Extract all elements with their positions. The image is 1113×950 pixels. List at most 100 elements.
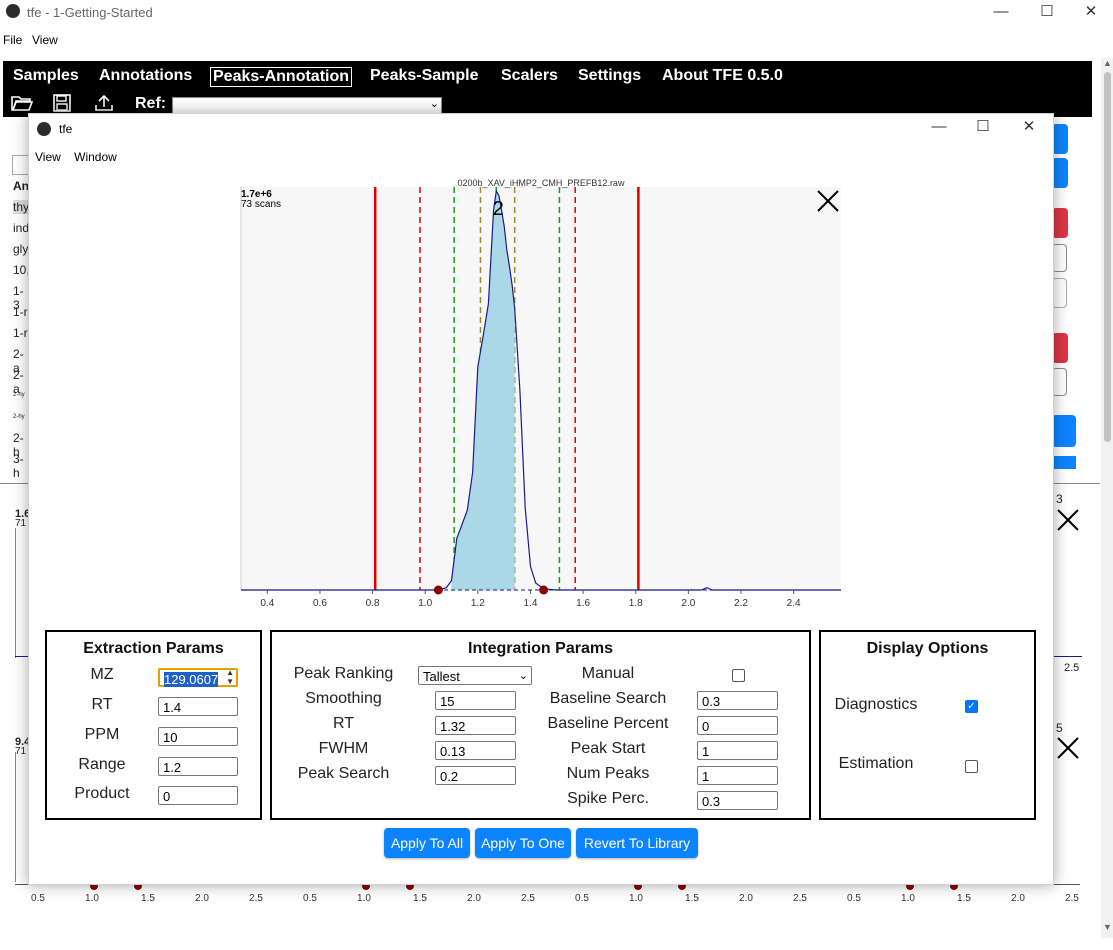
- bg-button[interactable]: [1052, 158, 1068, 188]
- list-item[interactable]: ind: [13, 221, 29, 235]
- ppm-input[interactable]: 10: [158, 727, 238, 746]
- manual-label: Manual: [581, 665, 635, 682]
- baseline-percent-input[interactable]: 0: [697, 716, 778, 735]
- manual-checkbox[interactable]: [732, 669, 745, 682]
- nav-settings[interactable]: Settings: [578, 67, 641, 85]
- bg-button[interactable]: [1052, 415, 1076, 447]
- fwhm-label: FWHM: [318, 740, 369, 757]
- nav-peaks-sample[interactable]: Peaks-Sample: [370, 67, 479, 85]
- peak-search-input[interactable]: 0.2: [435, 766, 516, 785]
- bg-trace: [1052, 656, 1082, 657]
- bg-tick-label: 1.5: [413, 893, 427, 904]
- nav-samples[interactable]: Samples: [13, 67, 79, 85]
- bg-plot-scans: 71: [15, 518, 27, 529]
- diagnostics-checkbox[interactable]: ✓: [965, 700, 978, 713]
- ppm-label: PPM: [84, 726, 120, 743]
- rt-input[interactable]: 1.4: [158, 697, 238, 716]
- chevron-down-icon: ⌄: [518, 670, 528, 682]
- window-titlebar: tfe - 1-Getting-Started — ☐ ✕: [0, 0, 1113, 26]
- list-item[interactable]: 1-r: [13, 305, 28, 319]
- fwhm-input[interactable]: 0.13: [435, 741, 516, 760]
- smoothing-input[interactable]: 15: [435, 691, 516, 710]
- spike-perc-label: Spike Perc.: [567, 790, 649, 807]
- rt-label: RT: [332, 715, 355, 732]
- bg-input[interactable]: [1052, 278, 1067, 308]
- scroll-up-icon[interactable]: ▲: [1103, 58, 1112, 68]
- list-item[interactable]: 2-hy: [13, 414, 25, 420]
- range-input[interactable]: 1.2: [158, 757, 238, 776]
- nav-about[interactable]: About TFE 0.5.0: [662, 67, 783, 85]
- apply-to-one-button[interactable]: Apply To One: [475, 828, 571, 858]
- bg-select[interactable]: [1052, 368, 1067, 396]
- nav-scalers[interactable]: Scalers: [501, 67, 558, 85]
- nav-peaks-annotation[interactable]: Peaks-Annotation: [210, 67, 353, 87]
- background-search-input[interactable]: [12, 155, 29, 175]
- modal-titlebar: tfe — ☐ ✕: [29, 114, 1053, 144]
- bg-button[interactable]: [1052, 333, 1068, 363]
- list-item[interactable]: 3-h: [13, 452, 28, 480]
- bg-button[interactable]: [1052, 208, 1068, 238]
- revert-to-library-button[interactable]: Revert To Library: [576, 828, 698, 858]
- spike-perc-input[interactable]: 0.3: [697, 791, 778, 810]
- estimation-label: Estimation: [838, 755, 914, 772]
- x-tick-label: 1.2: [471, 598, 485, 609]
- scroll-down-icon[interactable]: ▼: [1103, 922, 1112, 932]
- maximize-button[interactable]: ☐: [1024, 0, 1070, 26]
- peak-ranking-select[interactable]: Tallest ⌄: [418, 666, 532, 685]
- nav-annotations[interactable]: Annotations: [99, 67, 192, 85]
- modal-menu-window[interactable]: Window: [74, 150, 117, 164]
- menu-view[interactable]: View: [32, 33, 58, 47]
- close-icon[interactable]: [1055, 507, 1081, 536]
- modal-menu-bar: View Window: [35, 150, 117, 164]
- x-tick-label: 2.4: [787, 598, 801, 609]
- bg-tick-label: 2.0: [1011, 893, 1025, 904]
- bg-tick-label: 1.0: [629, 893, 643, 904]
- modal-minimize-button[interactable]: —: [916, 115, 962, 141]
- diagnostics-label: Diagnostics: [834, 696, 918, 713]
- minimize-button[interactable]: —: [978, 0, 1024, 26]
- display-options-panel: Display Options Diagnostics ✓ Estimation: [819, 630, 1036, 820]
- bg-tick-label: 2.0: [467, 893, 481, 904]
- list-item[interactable]: 1-r: [13, 326, 28, 340]
- bg-select[interactable]: [1052, 244, 1067, 272]
- modal-menu-view[interactable]: View: [35, 150, 61, 164]
- product-input[interactable]: 0: [158, 786, 238, 805]
- scans-label: 73 scans: [241, 199, 281, 210]
- menu-file[interactable]: File: [3, 33, 22, 47]
- main-scrollbar-thumb[interactable]: [1104, 72, 1111, 442]
- stepper-icon[interactable]: ▲ ▼: [226, 668, 234, 686]
- modal-maximize-button[interactable]: ☐: [960, 115, 1006, 141]
- bg-axis-tick: 2.5: [1064, 662, 1080, 674]
- baseline-search-label: Baseline Search: [549, 690, 667, 707]
- bg-tick-label: 1.5: [141, 893, 155, 904]
- bg-tick-label: 1.0: [357, 893, 371, 904]
- modal-close-button[interactable]: ✕: [1006, 115, 1052, 141]
- list-item[interactable]: 2-hy: [13, 392, 25, 398]
- bg-tick-label: 0.5: [575, 893, 589, 904]
- estimation-checkbox[interactable]: [965, 760, 978, 773]
- bg-trace: [15, 656, 29, 657]
- main-nav: Samples Annotations Peaks-Annotation Pea…: [3, 61, 1092, 117]
- x-tick-label: 0.8: [366, 598, 380, 609]
- mz-input[interactable]: 129.0607 ▲ ▼: [158, 668, 238, 687]
- peak-endpoint-marker[interactable]: [539, 585, 549, 595]
- peak-start-input[interactable]: 1: [697, 741, 778, 760]
- bg-tick-label: 0.5: [847, 893, 861, 904]
- modal-title: tfe: [59, 122, 73, 136]
- list-item[interactable]: thy: [13, 200, 29, 214]
- bg-button[interactable]: [1052, 124, 1068, 154]
- list-item[interactable]: gly: [13, 242, 28, 256]
- bg-axis: [15, 752, 16, 882]
- num-peaks-input[interactable]: 1: [697, 766, 778, 785]
- x-tick-label: 1.0: [418, 598, 432, 609]
- peak-endpoint-marker[interactable]: [433, 585, 443, 595]
- close-window-button[interactable]: ✕: [1068, 0, 1113, 26]
- window-title: tfe - 1-Getting-Started: [27, 5, 153, 20]
- x-tick-label: 0.6: [313, 598, 327, 609]
- close-icon[interactable]: [1055, 735, 1081, 764]
- peak-number-label: 2: [493, 198, 504, 220]
- apply-to-all-button[interactable]: Apply To All: [384, 828, 470, 858]
- baseline-search-input[interactable]: 0.3: [697, 691, 778, 710]
- rt-input[interactable]: 1.32: [435, 716, 516, 735]
- app-icon: [6, 4, 20, 18]
